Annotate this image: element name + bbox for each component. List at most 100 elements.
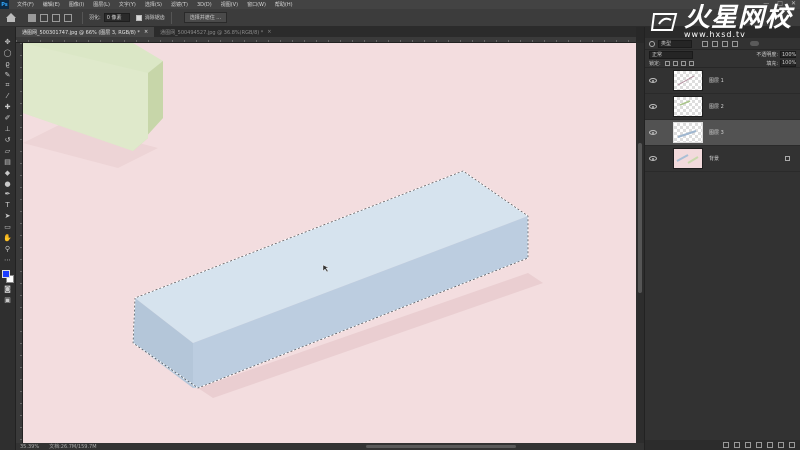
- layer-row-background[interactable]: 背景: [645, 146, 800, 172]
- history-brush-icon[interactable]: ↺: [3, 135, 13, 145]
- menu-image[interactable]: 图像(I): [69, 1, 84, 8]
- close-icon[interactable]: ×: [267, 29, 271, 35]
- lock-pixels-icon[interactable]: [672, 60, 678, 66]
- quick-mask-icon[interactable]: ◙: [3, 284, 13, 294]
- layer-row-1[interactable]: 图层 1: [645, 68, 800, 94]
- pen-icon[interactable]: ✒: [3, 189, 13, 199]
- tab-document-1[interactable]: 通图网_500301747.jpg @ 66% (图层 3, RGB/8) * …: [16, 27, 155, 37]
- layer-row-2[interactable]: 图层 2: [645, 94, 800, 120]
- fx-icon[interactable]: [734, 442, 740, 448]
- type-icon[interactable]: T: [3, 200, 13, 210]
- photoshop-logo: Ps: [0, 0, 9, 9]
- menu-type[interactable]: 文字(Y): [119, 1, 136, 8]
- horizontal-scrollbar-thumb[interactable]: [366, 445, 516, 448]
- thumbnail-art: [677, 130, 697, 138]
- pixel-filter-icon[interactable]: [702, 40, 708, 47]
- eye-icon[interactable]: [649, 104, 657, 109]
- shape-filter-icon[interactable]: [732, 40, 738, 47]
- subtract-selection-icon[interactable]: [52, 13, 60, 22]
- stamp-icon[interactable]: ⊥: [3, 124, 13, 134]
- blur-icon[interactable]: ◆: [3, 168, 13, 178]
- filter-toggle[interactable]: [750, 41, 759, 46]
- new-layer-icon[interactable]: [778, 442, 784, 448]
- layer-row-3[interactable]: 图层 3: [645, 120, 800, 146]
- marquee-icon[interactable]: ◯: [3, 48, 13, 58]
- lock-position-icon[interactable]: [680, 60, 686, 66]
- document-canvas[interactable]: [23, 43, 636, 443]
- quick-select-icon[interactable]: ✎: [3, 70, 13, 80]
- tab-document-2[interactable]: 通图网_500494527.jpg @ 36.8%(RGB/8) * ×: [154, 27, 277, 37]
- healing-icon[interactable]: ✚: [3, 102, 13, 112]
- hand-icon[interactable]: ✋: [3, 233, 13, 243]
- zoom-level[interactable]: 35.39%: [20, 444, 39, 450]
- layer-thumbnail: [673, 148, 703, 169]
- delete-layer-icon[interactable]: [789, 442, 795, 448]
- layer-name[interactable]: 图层 3: [709, 129, 724, 136]
- link-layers-icon[interactable]: [723, 442, 729, 448]
- feather-input[interactable]: 0 像素: [103, 13, 130, 22]
- add-selection-icon[interactable]: [40, 13, 48, 22]
- blend-row: 正常 不透明度: 100%: [645, 49, 800, 59]
- layer-name[interactable]: 图层 1: [709, 77, 724, 84]
- scrollbar-thumb[interactable]: [638, 143, 642, 293]
- menu-layer[interactable]: 图层(L): [93, 1, 110, 8]
- feather-label: 羽化:: [89, 15, 101, 21]
- dodge-icon[interactable]: ●: [3, 179, 13, 189]
- fill-input[interactable]: 100%: [780, 59, 796, 67]
- menu-file[interactable]: 文件(F): [17, 1, 34, 8]
- lock-transparency-icon[interactable]: [664, 60, 670, 66]
- adjustment-layer-icon[interactable]: [756, 442, 762, 448]
- foreground-color-swatch[interactable]: [1, 269, 10, 278]
- move-icon[interactable]: ✥: [3, 37, 13, 47]
- fill-label: 填充:: [766, 60, 778, 67]
- antialias-checkbox[interactable]: [135, 14, 142, 21]
- intersect-selection-icon[interactable]: [64, 13, 72, 22]
- color-swatches[interactable]: [1, 269, 14, 284]
- new-selection-icon[interactable]: [28, 13, 36, 22]
- tab-label: 通图网_500301747.jpg @ 66% (图层 3, RGB/8) *: [22, 29, 140, 36]
- vertical-scrollbar[interactable]: [636, 43, 644, 443]
- close-icon[interactable]: ×: [144, 29, 148, 35]
- lock-icon[interactable]: [785, 156, 790, 161]
- select-and-mask-button[interactable]: 选择并遮住 ...: [183, 12, 228, 23]
- crop-icon[interactable]: ⌗: [3, 81, 13, 91]
- lasso-icon[interactable]: ϱ: [3, 59, 13, 69]
- lock-all-icon[interactable]: [688, 60, 694, 66]
- layer-kind-select[interactable]: 类型: [658, 39, 692, 48]
- layer-name[interactable]: 背景: [709, 155, 719, 162]
- zoom-icon[interactable]: ⚲: [3, 244, 13, 254]
- tab-label: 通图网_500494527.jpg @ 36.8%(RGB/8) *: [160, 29, 264, 36]
- screen-mode-icon[interactable]: ▣: [3, 295, 13, 305]
- path-select-icon[interactable]: ➤: [3, 211, 13, 221]
- menu-view[interactable]: 视图(V): [221, 1, 238, 8]
- blend-mode-select[interactable]: 正常: [649, 50, 693, 59]
- vertical-ruler[interactable]: [16, 43, 23, 443]
- eye-icon[interactable]: [649, 156, 657, 161]
- layer-thumbnail: [673, 122, 703, 143]
- eye-icon[interactable]: [649, 130, 657, 135]
- menu-filter[interactable]: 滤镜(T): [171, 1, 188, 8]
- menu-select[interactable]: 选择(S): [145, 1, 162, 8]
- menu-help[interactable]: 帮助(H): [275, 1, 293, 8]
- add-mask-icon[interactable]: [745, 442, 751, 448]
- layer-name[interactable]: 图层 2: [709, 103, 724, 110]
- shape-icon[interactable]: ▭: [3, 222, 13, 232]
- home-icon[interactable]: [6, 13, 16, 22]
- more-icon[interactable]: ⋯: [3, 255, 13, 265]
- eye-icon[interactable]: [649, 78, 657, 83]
- menu-window[interactable]: 窗口(W): [247, 1, 266, 8]
- brush-icon[interactable]: ✐: [3, 113, 13, 123]
- type-filter-icon[interactable]: [722, 40, 728, 47]
- status-bar: 35.39% 文档:26.7M/159.7M: [16, 443, 644, 450]
- document-info[interactable]: 文档:26.7M/159.7M: [49, 443, 96, 450]
- gradient-icon[interactable]: ▤: [3, 157, 13, 167]
- opacity-input[interactable]: 100%: [780, 51, 796, 58]
- menu-edit[interactable]: 编辑(E): [43, 1, 60, 8]
- adjustment-filter-icon[interactable]: [712, 40, 718, 47]
- layer-thumbnail: [673, 70, 703, 91]
- eraser-icon[interactable]: ▱: [3, 146, 13, 156]
- menu-3d[interactable]: 3D(D): [197, 2, 212, 8]
- thumbnail-art: [677, 75, 695, 86]
- eyedropper-icon[interactable]: ⁄: [3, 91, 13, 101]
- new-group-icon[interactable]: [767, 442, 773, 448]
